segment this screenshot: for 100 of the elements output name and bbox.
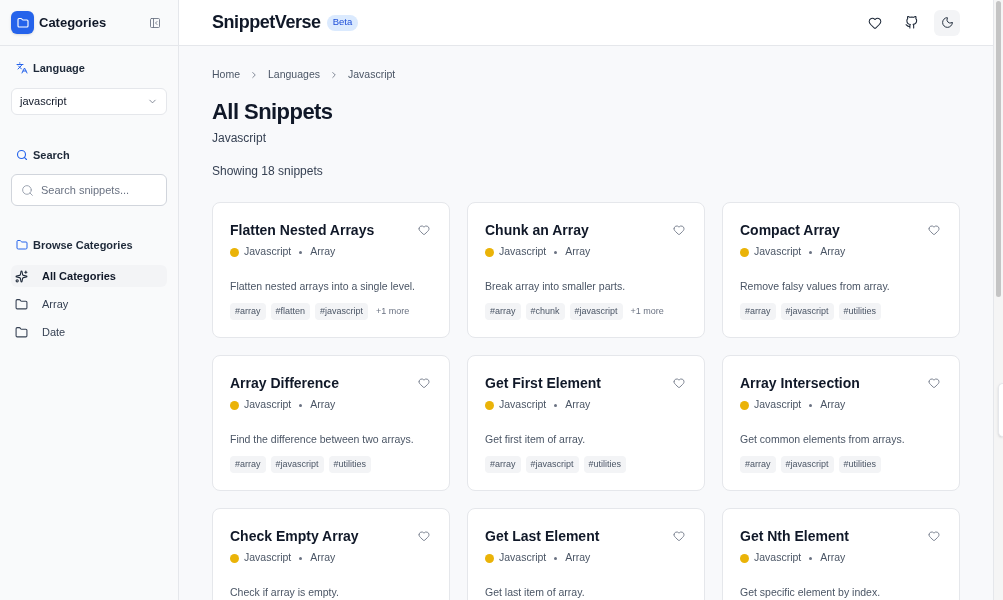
snippet-title: Compact Array (740, 221, 840, 240)
favorite-button[interactable] (928, 224, 940, 236)
tag[interactable]: #utilities (328, 456, 372, 473)
chevron-right-icon (249, 70, 259, 80)
folder-icon (15, 297, 28, 311)
snippet-description: Remove falsy values from array. (740, 279, 891, 294)
favorite-button[interactable] (418, 377, 430, 389)
category-item[interactable]: All Categories (11, 265, 167, 287)
more-tags-count: +1 more (630, 304, 664, 318)
tag[interactable]: #array (230, 456, 266, 473)
snippet-card[interactable]: Get Nth Element Javascript Array Get specific element by index. (722, 508, 960, 600)
tag[interactable]: #array (230, 303, 266, 320)
collapse-sidebar-button[interactable] (149, 16, 161, 29)
favorite-button[interactable] (418, 224, 430, 236)
favorite-button[interactable] (418, 530, 430, 542)
snippet-card[interactable]: Get Last Element Javascript Array Get last item of array. (467, 508, 705, 600)
favorite-button[interactable] (928, 530, 940, 542)
tag[interactable]: #javascript (270, 456, 324, 473)
tag[interactable]: #javascript (780, 303, 834, 320)
tag[interactable]: #utilities (838, 456, 882, 473)
language-label: Javascript (499, 550, 547, 566)
category-item[interactable]: Array (11, 293, 167, 315)
favorite-button[interactable] (673, 530, 685, 542)
language-select[interactable]: javascript (11, 88, 167, 115)
snippet-description: Check if array is empty. (230, 585, 340, 600)
heart-icon (673, 530, 685, 542)
category-label: Array (565, 550, 591, 566)
page-title: All Snippets (212, 98, 334, 126)
brand-name: SnippetVerse (212, 11, 321, 34)
translate-icon (16, 62, 28, 74)
category-label: Array (820, 397, 846, 413)
snippet-description: Get last item of array. (485, 585, 586, 600)
snippet-count: Showing 18 snippets (212, 163, 324, 180)
favorite-button[interactable] (673, 377, 685, 389)
snippet-card[interactable]: Check Empty Array Javascript Array Check if array is empty. (212, 508, 450, 600)
tag[interactable]: #utilities (838, 303, 882, 320)
language-label: Javascript (499, 244, 547, 260)
snippet-title: Flatten Nested Arrays (230, 221, 375, 240)
snippet-title: Get Last Element (485, 527, 600, 546)
language-heading: Language (33, 60, 85, 76)
snippet-description: Get common elements from arrays. (740, 432, 906, 447)
snippet-description: Find the difference between two arrays. (230, 432, 415, 447)
tag[interactable]: #flatten (270, 303, 311, 320)
github-icon (904, 16, 918, 29)
category-label: Array (820, 244, 846, 260)
tag[interactable]: #javascript (569, 303, 623, 320)
snippet-card[interactable]: Compact Array Javascript Array Remove falsy values from array. #array #javascript #utilities (722, 202, 960, 338)
heart-icon (418, 530, 430, 542)
tag[interactable]: #array (740, 456, 776, 473)
breadcrumb-link[interactable]: Javascript (348, 67, 396, 83)
page-subtitle: Javascript (212, 130, 268, 147)
tag[interactable]: #javascript (315, 303, 369, 320)
snippet-card[interactable]: Chunk an Array Javascript Array Break array into smaller parts. #array #chunk #javascript +1 more (467, 202, 705, 338)
sidebar-title: Categories (39, 13, 107, 32)
heart-icon (928, 530, 940, 542)
search-field[interactable]: Search snippets... (11, 174, 167, 206)
search-icon (21, 184, 34, 197)
more-tags-count: +1 more (376, 304, 410, 318)
folder-icon (15, 325, 28, 339)
beta-badge: Beta (326, 14, 359, 31)
language-label: Javascript (499, 397, 547, 413)
language-label: Javascript (244, 244, 292, 260)
theme-toggle-button[interactable] (934, 9, 960, 36)
scrollbar[interactable] (993, 0, 1003, 600)
breadcrumb-link[interactable]: Home (212, 67, 240, 83)
snippet-title: Chunk an Array (485, 221, 589, 240)
tag[interactable]: #array (740, 303, 776, 320)
heart-icon (928, 224, 940, 236)
favorite-button[interactable] (928, 377, 940, 389)
heart-icon (673, 224, 685, 236)
heart-icon (418, 224, 430, 236)
folder-icon (16, 239, 28, 251)
snippet-card[interactable]: Get First Element Javascript Array Get first item of array. #array #javascript #utilities (467, 355, 705, 491)
tag[interactable]: #array (485, 456, 521, 473)
tag[interactable]: #chunk (525, 303, 565, 320)
snippet-title: Get Nth Element (740, 527, 849, 546)
snippet-title: Get First Element (485, 374, 601, 393)
panel-icon (149, 16, 161, 29)
snippet-card[interactable]: Flatten Nested Arrays Javascript Array Flatten nested arrays into a single level. #array #flatten #javascript +1 more (212, 202, 450, 338)
breadcrumb-link[interactable]: Languages (268, 67, 320, 83)
language-label: Javascript (754, 244, 802, 260)
language-label: Javascript (244, 397, 292, 413)
snippet-card[interactable]: Array Intersection Javascript Array Get common elements from arrays. #array #javascript #utilities (722, 355, 960, 491)
search-icon (16, 149, 28, 161)
tag[interactable]: #javascript (525, 456, 579, 473)
tag[interactable]: #array (485, 303, 521, 320)
favorite-button[interactable] (673, 224, 685, 236)
category-label: Array (310, 550, 336, 566)
browse-heading: Browse Categories (33, 237, 133, 253)
tag[interactable]: #utilities (583, 456, 627, 473)
tag[interactable]: #javascript (780, 456, 834, 473)
category-label: Array (820, 550, 846, 566)
moon-icon (940, 16, 954, 29)
category-label: Array (310, 244, 336, 260)
snippet-card[interactable]: Array Difference Javascript Array Find the difference between two arrays. #array #javascript #utilities (212, 355, 450, 491)
snippet-description: Get first item of array. (485, 432, 587, 447)
category-item[interactable]: Date (11, 321, 167, 343)
folder-tile-icon (11, 11, 34, 34)
category-label: Array (565, 244, 591, 260)
heart-icon (673, 377, 685, 389)
